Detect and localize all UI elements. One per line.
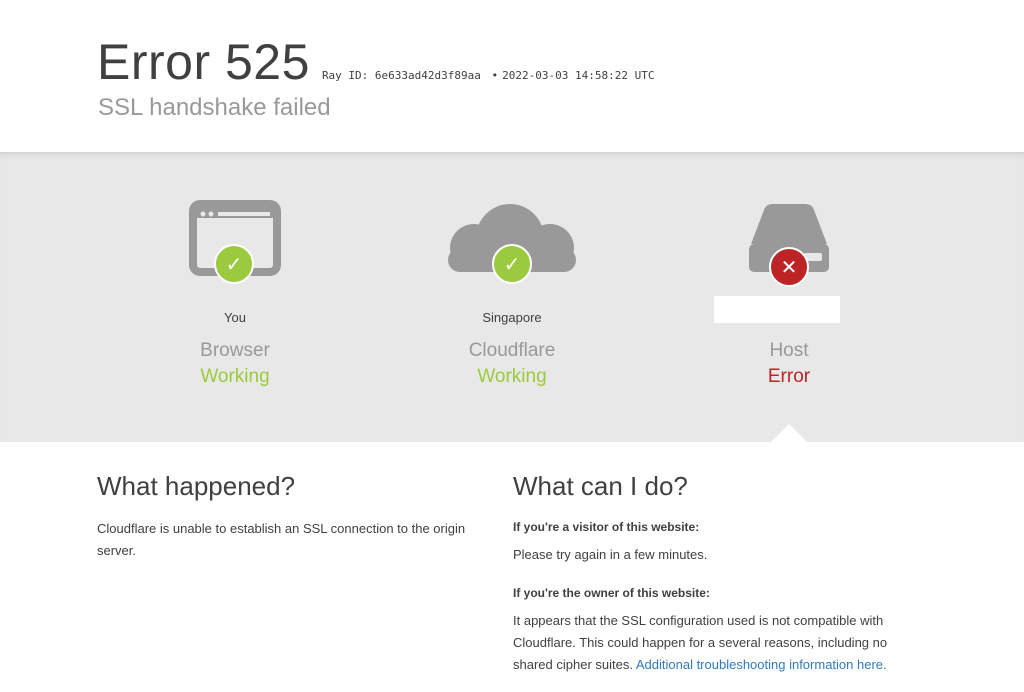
- section-title: What can I do?: [513, 471, 688, 501]
- node-status: Working: [477, 366, 547, 387]
- node-location: Singapore: [482, 310, 542, 325]
- error-code: Error 525: [97, 34, 310, 90]
- title-row: Error 525 Ray ID: 6e633ad42d3f89aa • 2022…: [97, 34, 654, 90]
- browser-window-icon: ✓: [115, 152, 355, 284]
- visitor-heading: If you're a visitor of this website:: [513, 520, 700, 534]
- error-timestamp: 2022-03-03 14:58:22 UTC: [502, 69, 655, 82]
- node-name: Browser: [200, 340, 270, 361]
- error-subtitle: SSL handshake failed: [98, 94, 331, 121]
- close-icon: ✕: [769, 247, 809, 287]
- meta-separator: •: [491, 69, 499, 82]
- node-name: Cloudflare: [468, 340, 556, 361]
- owner-body: It appears that the SSL configuration us…: [513, 610, 923, 676]
- node-browser: ✓ You Browser Working: [115, 152, 355, 387]
- what-can-i-do-section: What can I do? If you're a visitor of th…: [513, 470, 923, 676]
- redacted-host-location: [714, 296, 840, 323]
- check-icon: ✓: [492, 244, 532, 284]
- server-drive-icon: ✕: [669, 152, 909, 287]
- section-body: Cloudflare is unable to establish an SSL…: [97, 521, 466, 558]
- status-band: ✓ You Browser Working ✓ Singapore Cloudf…: [0, 152, 1024, 442]
- section-title: What happened?: [97, 471, 296, 501]
- troubleshooting-link[interactable]: Additional troubleshooting information h…: [636, 657, 887, 672]
- node-status: Working: [200, 366, 270, 387]
- cloud-icon: ✓: [392, 152, 632, 284]
- node-location: You: [224, 310, 246, 325]
- node-status: Error: [767, 366, 811, 387]
- band-notch: [771, 424, 807, 442]
- node-cloudflare: ✓ Singapore Cloudflare Working: [392, 152, 632, 387]
- node-name: Host: [769, 340, 809, 361]
- ray-id: 6e633ad42d3f89aa: [374, 69, 481, 82]
- node-host: ✕ Host Error: [669, 152, 909, 387]
- what-happened-section: What happened? Cloudflare is unable to e…: [97, 470, 497, 562]
- visitor-body: Please try again in a few minutes.: [513, 547, 708, 562]
- ray-meta: Ray ID: 6e633ad42d3f89aa • 2022-03-03 14:…: [322, 69, 655, 82]
- ray-label: Ray ID:: [321, 69, 369, 82]
- owner-heading: If you're the owner of this website:: [513, 586, 710, 600]
- check-icon: ✓: [214, 244, 254, 284]
- error-header: Error 525 Ray ID: 6e633ad42d3f89aa • 2022…: [0, 0, 1024, 152]
